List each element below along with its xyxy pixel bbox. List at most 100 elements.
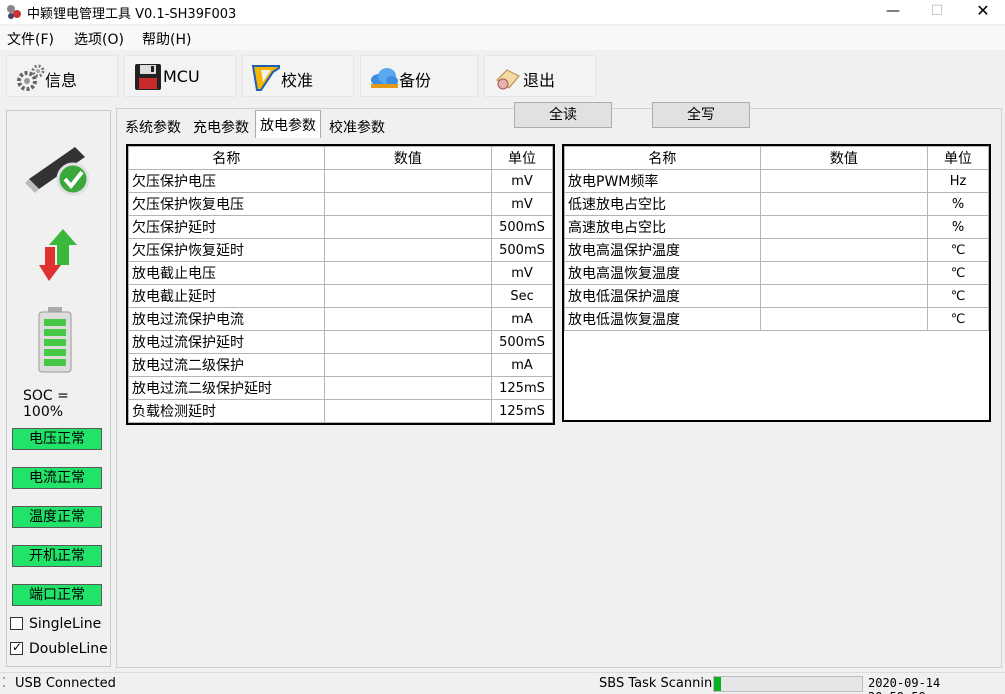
table-row[interactable]: 高速放电占空比% xyxy=(564,215,989,239)
param-value-cell[interactable] xyxy=(323,307,493,331)
table-row[interactable]: 放电过流二级保护 mA xyxy=(128,353,553,377)
param-unit: 500mS xyxy=(491,238,553,262)
table-row[interactable]: 放电低温恢复温度 ℃ xyxy=(564,307,989,331)
param-name: 高速放电占空比 xyxy=(564,215,761,239)
app-icon xyxy=(7,5,21,19)
mcu-button[interactable]: MCU xyxy=(124,55,236,97)
param-name: 放电截止延时 xyxy=(128,284,325,308)
column-header-value: 数值 xyxy=(323,146,493,170)
param-unit: mA xyxy=(491,353,553,377)
tab-charge-params[interactable]: 充电参数 xyxy=(188,114,254,138)
menu-help[interactable]: 帮助(H) xyxy=(142,29,191,49)
param-value-cell[interactable] xyxy=(323,169,493,193)
minimize-button[interactable]: — xyxy=(870,0,916,24)
table-row[interactable]: 放电过流保护延时 500mS xyxy=(128,330,553,354)
tab-calibration-params[interactable]: 校准参数 xyxy=(324,114,390,138)
param-value-cell[interactable] xyxy=(323,238,493,262)
table-row[interactable]: 欠压保护恢复延时 500mS xyxy=(128,238,553,262)
param-value-cell[interactable] xyxy=(323,284,493,308)
tab-system-params[interactable]: 系统参数 xyxy=(120,114,186,138)
param-value-cell[interactable] xyxy=(759,307,929,331)
datetime-label: 2020-09-14 20:59:59 xyxy=(868,676,941,694)
discharge-pwm-temp-table: 名称 数值 单位 放电PWM频率 Hz 低速放电占空比% 高速放电占空比% 放电高… xyxy=(562,144,991,422)
gear-icon xyxy=(17,64,45,91)
calibrate-button[interactable]: 校准 xyxy=(242,55,354,97)
calibrate-label: 校准 xyxy=(281,71,314,90)
param-value-cell[interactable] xyxy=(323,376,493,400)
param-value-cell[interactable] xyxy=(759,215,929,239)
table-row[interactable]: 放电截止电压 mV xyxy=(128,261,553,285)
backup-button[interactable]: 备份 xyxy=(360,55,478,97)
param-unit: 500mS xyxy=(491,330,553,354)
table-row[interactable]: 欠压保护延时 500mS xyxy=(128,215,553,239)
param-value-cell[interactable] xyxy=(323,192,493,216)
param-name: 欠压保护电压 xyxy=(128,169,325,193)
param-value-cell[interactable] xyxy=(323,330,493,354)
param-value-cell[interactable] xyxy=(759,192,929,216)
param-unit: mV xyxy=(491,192,553,216)
menu-bar: 文件(F) 选项(O) 帮助(H) xyxy=(0,26,1005,50)
info-label: 信息 xyxy=(45,71,78,90)
param-value-cell[interactable] xyxy=(323,261,493,285)
param-unit: ℃ xyxy=(927,238,989,262)
table-row[interactable]: 放电过流二级保护延时 125mS xyxy=(128,376,553,400)
param-value-cell[interactable] xyxy=(759,261,929,285)
exit-button[interactable]: 退出 xyxy=(484,55,596,97)
param-value-cell[interactable] xyxy=(759,238,929,262)
param-unit: 125mS xyxy=(491,399,553,423)
current-status-button[interactable]: 电流正常 xyxy=(12,467,102,489)
param-name: 欠压保护延时 xyxy=(128,215,325,239)
table-row[interactable]: 放电截止延时 Sec xyxy=(128,284,553,308)
param-name: 放电过流保护延时 xyxy=(128,330,325,354)
param-value-cell[interactable] xyxy=(759,169,929,193)
table-row[interactable]: 低速放电占空比% xyxy=(564,192,989,216)
battery-icon xyxy=(38,307,72,373)
param-unit: mV xyxy=(491,261,553,285)
checkbox-box[interactable]: ✓ xyxy=(10,640,23,655)
param-name: 放电低温恢复温度 xyxy=(564,307,761,331)
param-name: 放电高温恢复温度 xyxy=(564,261,761,285)
close-button[interactable]: ✕ xyxy=(960,0,1005,24)
param-name: 放电高温保护温度 xyxy=(564,238,761,262)
table-row[interactable]: 放电低温保护温度 ℃ xyxy=(564,284,989,308)
param-value-cell[interactable] xyxy=(323,215,493,239)
maximize-button[interactable]: ☐ xyxy=(914,0,960,24)
info-button[interactable]: 信息 xyxy=(6,55,118,97)
temperature-status-button[interactable]: 温度正常 xyxy=(12,506,102,528)
power-on-status-button[interactable]: 开机正常 xyxy=(12,545,102,567)
single-line-checkbox[interactable]: SingleLine xyxy=(10,616,101,632)
cloud-icon xyxy=(371,68,398,88)
param-unit: 500mS xyxy=(491,215,553,239)
table-row[interactable]: 放电PWM频率 Hz xyxy=(564,169,989,193)
menu-file[interactable]: 文件(F) xyxy=(7,29,54,49)
table-row[interactable]: 放电过流保护电流 mA xyxy=(128,307,553,331)
param-name: 负载检测延时 xyxy=(128,399,325,423)
table-row[interactable]: 放电高温保护温度 ℃ xyxy=(564,238,989,262)
column-header-value: 数值 xyxy=(759,146,929,170)
param-name: 放电过流二级保护 xyxy=(128,353,325,377)
table-row[interactable]: 放电高温恢复温度 ℃ xyxy=(564,261,989,285)
menu-options[interactable]: 选项(O) xyxy=(74,29,124,49)
exit-label: 退出 xyxy=(523,71,556,90)
param-name: 放电过流二级保护延时 xyxy=(128,376,325,400)
grip-icon: ⁚ xyxy=(2,676,7,691)
voltage-status-button[interactable]: 电压正常 xyxy=(12,428,102,450)
discharge-params-table: 名称 数值 单位 欠压保护电压 mV 欠压保护恢复电压 mV 欠压保护延时 500mS… xyxy=(126,144,555,425)
param-value-cell[interactable] xyxy=(759,284,929,308)
table-row[interactable]: 负载检测延时 125mS xyxy=(128,399,553,423)
table-row[interactable]: 欠压保护恢复电压 mV xyxy=(128,192,553,216)
checkbox-box[interactable] xyxy=(10,617,23,630)
transfer-arrows-icon xyxy=(39,229,77,281)
param-value-cell[interactable] xyxy=(323,399,493,423)
port-status-button[interactable]: 端口正常 xyxy=(12,584,102,606)
write-all-button[interactable]: 全写 xyxy=(652,102,750,128)
param-unit: Hz xyxy=(927,169,989,193)
param-name: 欠压保护恢复电压 xyxy=(128,192,325,216)
connection-status: USB Connected xyxy=(15,676,116,691)
table-row[interactable]: 欠压保护电压 mV xyxy=(128,169,553,193)
read-all-button[interactable]: 全读 xyxy=(514,102,612,128)
param-value-cell[interactable] xyxy=(323,353,493,377)
double-line-checkbox[interactable]: ✓ DoubleLine xyxy=(10,640,108,657)
param-name: 欠压保护恢复延时 xyxy=(128,238,325,262)
tab-discharge-params[interactable]: 放电参数 xyxy=(255,110,321,138)
